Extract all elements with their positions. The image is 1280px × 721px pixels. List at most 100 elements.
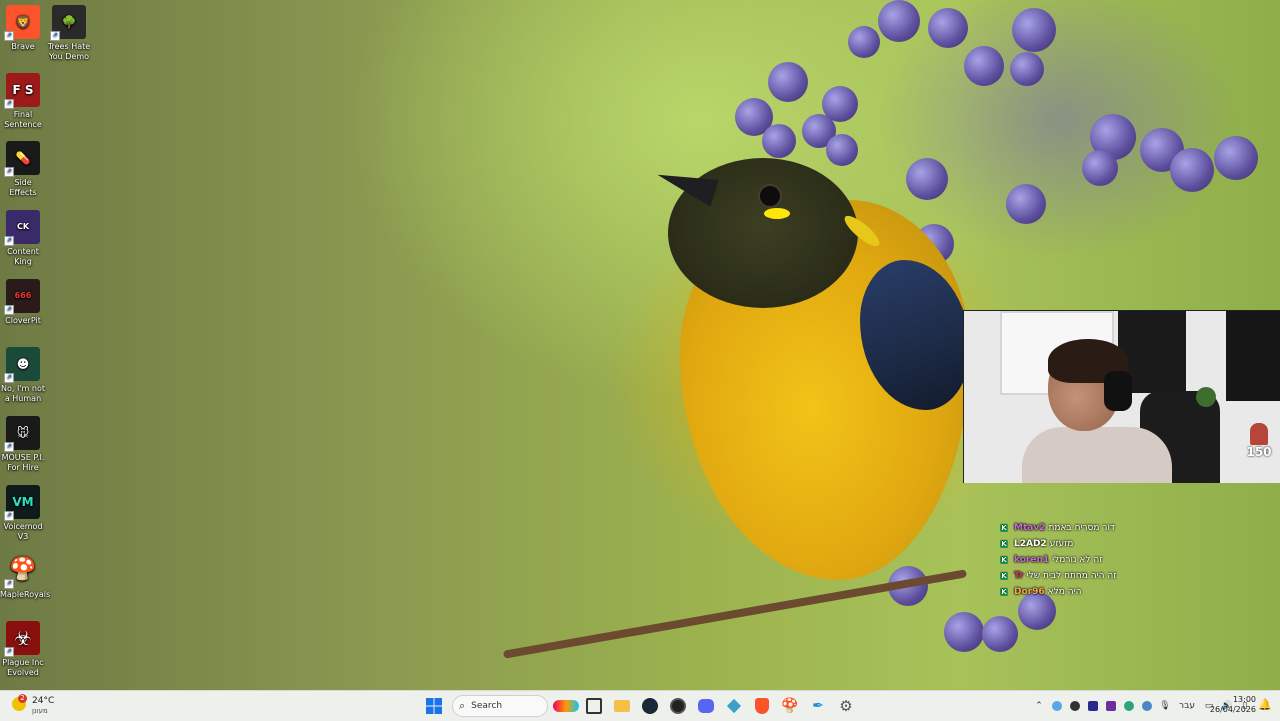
stream-chat: K Mtav2 דור מסריח באמת K L2AD2 מזעזע K k…: [1000, 520, 1270, 600]
desktop-icon-trees-hate-you[interactable]: 🌳 ↗ Trees Hate You Demo: [46, 2, 92, 62]
tray-app-6[interactable]: [1138, 695, 1156, 717]
taskbar-discord[interactable]: [693, 693, 719, 719]
taskbar-app-diamond[interactable]: [721, 693, 747, 719]
berry: [878, 0, 920, 42]
search-icon: ⌕: [459, 699, 466, 712]
taskbar-search[interactable]: ⌕ Search: [452, 695, 548, 717]
taskbar: 2 24°C מעונן ⌕ Search 🍄 ✒ ⚙ ⌃ 🎙 עבר ▭ 🔊 …: [0, 690, 1280, 721]
tray-app-icon: [1124, 701, 1134, 711]
mushroom-icon: 🍄 ↗: [4, 553, 40, 589]
headphones: [1104, 371, 1132, 411]
chat-text: זה היה מחתח לבית שלי: [1026, 571, 1117, 581]
chat-username: Mtav2: [1014, 523, 1046, 533]
kick-icon: K: [1000, 540, 1008, 548]
windows-logo-icon: [426, 698, 442, 714]
taskbar-steam[interactable]: [637, 693, 663, 719]
bird-cheek-spot: [764, 208, 790, 219]
obs-icon: [670, 698, 686, 714]
task-view-icon: [586, 698, 602, 714]
task-view-button[interactable]: [581, 693, 607, 719]
colorful-widget-icon: [553, 700, 579, 712]
feather-icon: ✒: [812, 698, 824, 714]
voicemod-icon: VM ↗: [4, 485, 40, 521]
tray-overflow-button[interactable]: ⌃: [1030, 695, 1048, 717]
kick-icon: K: [1000, 524, 1008, 532]
steam-icon: [642, 698, 658, 714]
tree-icon: 🌳 ↗: [50, 5, 86, 41]
desktop-icon-voicemod[interactable]: VM ↗ Voicemod V3: [0, 482, 46, 542]
shortcut-arrow-icon: ↗: [4, 167, 14, 177]
kick-icon: K: [1000, 588, 1008, 596]
tray-app-3[interactable]: [1084, 695, 1102, 717]
tray-app-icon: [1070, 701, 1080, 711]
streamer-shirt: [1022, 427, 1172, 483]
weather-condition: מעונן: [32, 707, 48, 715]
folder-icon: [614, 700, 630, 712]
desktop-icon-cloverpit[interactable]: 666 ↗ CloverPit: [0, 276, 46, 326]
desktop-icon-mouse-pi[interactable]: 🐭 ↗ MOUSE P.I. For Hire: [0, 413, 46, 473]
desktop-icon-not-a-human[interactable]: ☻ ↗ No, I'm not a Human: [0, 344, 46, 404]
cloverpit-icon: 666 ↗: [4, 279, 40, 315]
desktop-icon-plague-inc[interactable]: ☣ ↗ Plague Inc Evolved: [0, 618, 46, 678]
clock-time: 13:00: [1232, 695, 1256, 704]
content-king-icon: CK ↗: [4, 210, 40, 246]
berry: [826, 134, 858, 166]
desktop-icon-content-king[interactable]: CK ↗ Content King: [0, 207, 46, 267]
taskbar-app-feather[interactable]: ✒: [805, 693, 831, 719]
shortcut-arrow-icon: ↗: [4, 442, 14, 452]
clock[interactable]: 13:00 26/04/2026: [1206, 695, 1256, 715]
taskbar-brave[interactable]: [749, 693, 775, 719]
taskbar-maple[interactable]: 🍄: [777, 693, 803, 719]
plant: [1196, 387, 1216, 407]
side-effects-icon: 💊 ↗: [4, 141, 40, 177]
tray-app-icon: [1142, 701, 1152, 711]
berry: [982, 616, 1018, 652]
berry: [768, 62, 808, 102]
mouse-pi-icon: 🐭 ↗: [4, 416, 40, 452]
tray-app-icon: [1052, 701, 1062, 711]
microphone-button[interactable]: 🎙: [1156, 695, 1174, 717]
shortcut-arrow-icon: ↗: [4, 373, 14, 383]
berry: [1006, 184, 1046, 224]
berry: [1010, 52, 1044, 86]
chat-username: koren1: [1014, 555, 1050, 565]
desktop-icon-side-effects[interactable]: 💊 ↗ Side Effects: [0, 138, 46, 198]
desktop-icon-brave[interactable]: 🦁 ↗ Brave: [0, 2, 46, 52]
chat-message: K Dor96 היה מלא: [1000, 584, 1270, 600]
shortcut-arrow-icon: ↗: [4, 511, 14, 521]
desktop-icon-final-sentence[interactable]: F S ↗ Final Sentence: [0, 70, 46, 130]
berry: [1214, 136, 1258, 180]
tray-app-2[interactable]: [1066, 695, 1084, 717]
chat-text: דור מסריח באמת: [1048, 523, 1115, 533]
chat-username: L2AD2: [1014, 539, 1047, 549]
biohazard-icon: ☣ ↗: [4, 621, 40, 657]
shortcut-arrow-icon: ↗: [4, 236, 14, 246]
tray-app-4[interactable]: [1102, 695, 1120, 717]
tray-app-1[interactable]: [1048, 695, 1066, 717]
shortcut-arrow-icon: ↗: [4, 99, 14, 109]
tray-app-5[interactable]: [1120, 695, 1138, 717]
brave-lion-icon: 🦁 ↗: [4, 5, 40, 41]
acoustic-panel: [1226, 311, 1280, 401]
chat-username: Tr: [1014, 571, 1024, 581]
berry: [762, 124, 796, 158]
shortcut-arrow-icon: ↗: [4, 647, 14, 657]
notification-bell-icon[interactable]: 🔔: [1258, 698, 1272, 711]
discord-icon: [698, 699, 714, 713]
berry: [1082, 150, 1118, 186]
desktop-icon-mapleroyals[interactable]: 🍄 ↗ MapleRoyals: [0, 550, 50, 600]
chat-message: K Tr זה היה מחתח לבית שלי: [1000, 568, 1270, 584]
weather-widget[interactable]: 2 24°C מעונן: [10, 694, 70, 718]
start-button[interactable]: [421, 693, 447, 719]
final-sentence-icon: F S ↗: [4, 73, 40, 109]
shortcut-arrow-icon: ↗: [4, 31, 14, 41]
taskbar-center: ⌕ Search 🍄 ✒ ⚙: [420, 691, 860, 721]
taskbar-settings[interactable]: ⚙: [833, 693, 859, 719]
taskbar-obs[interactable]: [665, 693, 691, 719]
language-indicator[interactable]: עבר: [1174, 695, 1200, 717]
badge-count: 150: [1246, 445, 1272, 459]
webcam-overlay: 150: [963, 310, 1280, 483]
taskbar-file-explorer[interactable]: [609, 693, 635, 719]
taskbar-app-widget[interactable]: [553, 693, 579, 719]
desktop-icons: 🦁 ↗ Brave 🌳 ↗ Trees Hate You Demo F S ↗ Fin…: [0, 0, 95, 690]
